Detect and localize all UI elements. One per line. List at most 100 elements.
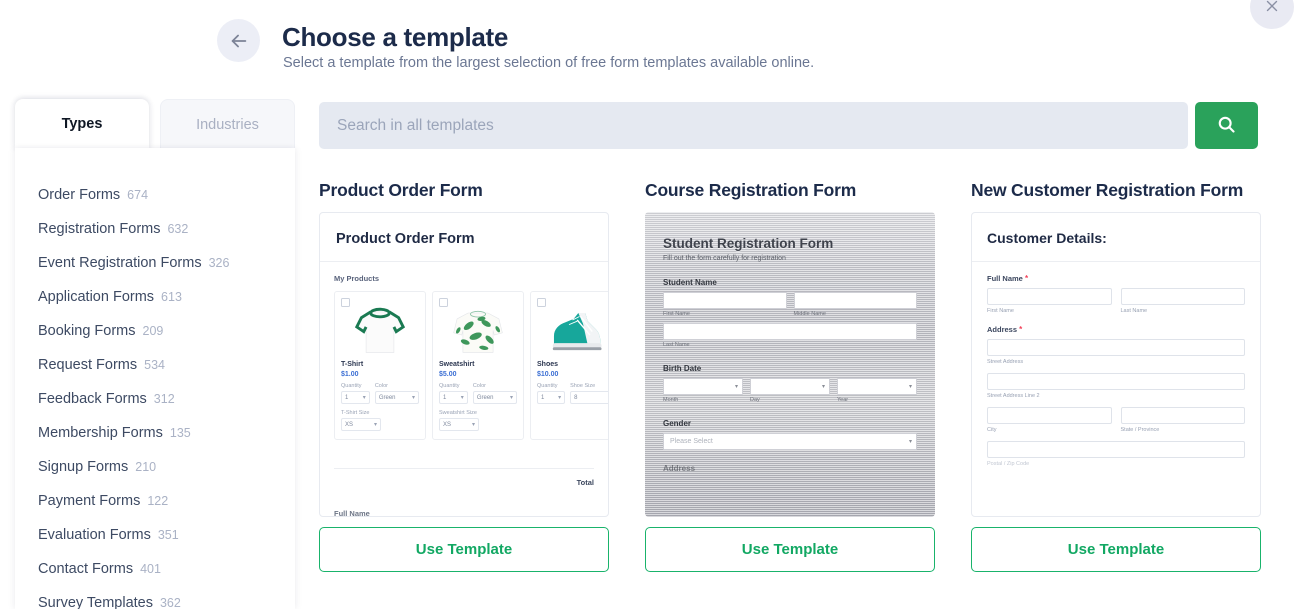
sidebar-item-count: 632 [167,222,188,236]
gender-select[interactable]: Please Select ▾ [663,433,917,450]
preview-form-subtitle: Fill out the form carefully for registra… [663,255,917,262]
last-name-field[interactable] [1121,288,1246,305]
sidebar-item-count: 401 [140,562,161,576]
last-name-hint: Last Name [663,342,917,348]
tab-types[interactable]: Types [15,99,149,150]
chevron-down-icon: ▾ [510,394,513,401]
option-value: 1 [443,395,446,401]
city-hint: City [987,427,1112,433]
quantity-select[interactable]: 1 ▾ [341,391,370,404]
color-select[interactable]: Green ▾ [473,391,517,404]
sidebar-item-survey-templates[interactable]: Survey Templates 362 [38,586,298,609]
use-template-button[interactable]: Use Template [645,527,935,572]
card-title: New Customer Registration Form [971,180,1261,201]
sidebar-item-count: 210 [135,460,156,474]
sidebar-item-evaluation-forms[interactable]: Evaluation Forms 351 [38,518,298,552]
template-preview[interactable]: Customer Details: Full Name * First Name [971,212,1261,517]
product-checkbox[interactable] [537,298,546,307]
search-input[interactable] [319,102,1188,149]
sidebar-item-signup-forms[interactable]: Signup Forms 210 [38,450,298,484]
chevron-down-icon: ▾ [558,394,561,401]
search-bar [319,102,1188,149]
required-marker: * [1025,274,1028,283]
preview-form-title: Student Registration Form [663,236,917,251]
middle-name-field[interactable] [794,292,918,309]
city-field[interactable] [987,407,1112,424]
sweatshirt-image [439,298,517,356]
sidebar-item-count: 122 [147,494,168,508]
label-text: Full Name [987,274,1023,283]
tab-industries[interactable]: Industries [160,99,295,150]
quantity-select[interactable]: 1 ▾ [439,391,468,404]
sidebar-item-label: Feedback Forms [38,391,147,407]
product-name: Sweatshirt [439,361,517,368]
use-template-button[interactable]: Use Template [971,527,1261,572]
product-price: $5.00 [439,371,517,378]
shoe-size-select[interactable]: 8 ▾ [570,391,609,404]
sidebar-item-registration-forms[interactable]: Registration Forms 632 [38,212,298,246]
first-name-field[interactable] [663,292,787,309]
sidebar-item-request-forms[interactable]: Request Forms 534 [38,348,298,382]
street-address-2-field[interactable] [987,373,1245,390]
birth-date-label: Birth Date [663,364,917,373]
use-template-button[interactable]: Use Template [319,527,609,572]
sidebar-item-payment-forms[interactable]: Payment Forms 122 [38,484,298,518]
template-preview[interactable]: Product Order Form My Products [319,212,609,517]
sidebar-item-count: 674 [127,188,148,202]
template-preview[interactable]: Student Registration Form Fill out the f… [645,212,935,517]
clipped-field-label: Address [663,464,917,473]
color-select[interactable]: Green ▾ [375,391,419,404]
size-value: XS [345,422,353,428]
sidebar-item-contact-forms[interactable]: Contact Forms 401 [38,552,298,586]
sidebar-item-label: Order Forms [38,187,120,203]
back-button[interactable] [217,19,260,62]
size-select[interactable]: XS ▾ [439,418,479,431]
year-select[interactable]: ▾ [837,378,917,395]
chevron-down-icon: ▾ [608,394,609,401]
full-name-label: Full Name * [987,274,1245,283]
option-label: Shoe Size [570,383,609,389]
birth-date-row: ▾ Month ▾ Day ▾ Year [663,378,917,403]
month-select[interactable]: ▾ [663,378,743,395]
sidebar-item-count: 613 [161,290,182,304]
product-options: Quantity 1 ▾ Color Green [439,383,517,404]
section-label: My Products [334,274,594,283]
sidebar-item-booking-forms[interactable]: Booking Forms 209 [38,314,298,348]
sidebar-item-event-registration-forms[interactable]: Event Registration Forms 326 [38,246,298,280]
street-address-field[interactable] [987,339,1245,356]
sidebar-item-count: 209 [143,324,164,338]
last-name-field[interactable] [663,323,917,340]
sidebar-item-order-forms[interactable]: Order Forms 674 [38,178,298,212]
product-price: $10.00 [537,371,609,378]
day-select[interactable]: ▾ [750,378,830,395]
preview-form-title: Product Order Form [336,231,592,247]
name-row: First Name Middle Name [663,292,917,317]
sidebar-item-feedback-forms[interactable]: Feedback Forms 312 [38,382,298,416]
option-label: Color [473,383,517,389]
sidebar-item-application-forms[interactable]: Application Forms 613 [38,280,298,314]
search-button[interactable] [1195,102,1258,149]
modal-header: Choose a template Select a template from… [0,0,1299,92]
preview-body: Student Registration Form Fill out the f… [645,212,935,517]
quantity-select[interactable]: 1 ▾ [537,391,565,404]
product-checkbox[interactable] [341,298,350,307]
first-name-field[interactable] [987,288,1112,305]
zip-field[interactable] [987,441,1245,458]
sidebar-item-membership-forms[interactable]: Membership Forms 135 [38,416,298,450]
option-value: Green [477,395,494,401]
state-field[interactable] [1121,407,1246,424]
sidebar-item-label: Evaluation Forms [38,527,151,543]
size-select[interactable]: XS ▾ [341,418,381,431]
page-title: Choose a template [282,22,508,53]
page-subtitle: Select a template from the largest selec… [283,55,814,71]
sidebar-item-count: 135 [170,426,191,440]
total-label: Total [334,468,594,487]
required-marker: * [1019,325,1022,334]
template-card-new-customer-registration-form: New Customer Registration Form Customer … [971,180,1261,572]
size-value: XS [443,422,451,428]
template-card-product-order-form: Product Order Form Product Order Form My… [319,180,609,572]
option-value: 1 [541,395,544,401]
sidebar-item-label: Event Registration Forms [38,255,202,271]
product-checkbox[interactable] [439,298,448,307]
close-button[interactable] [1250,0,1294,29]
